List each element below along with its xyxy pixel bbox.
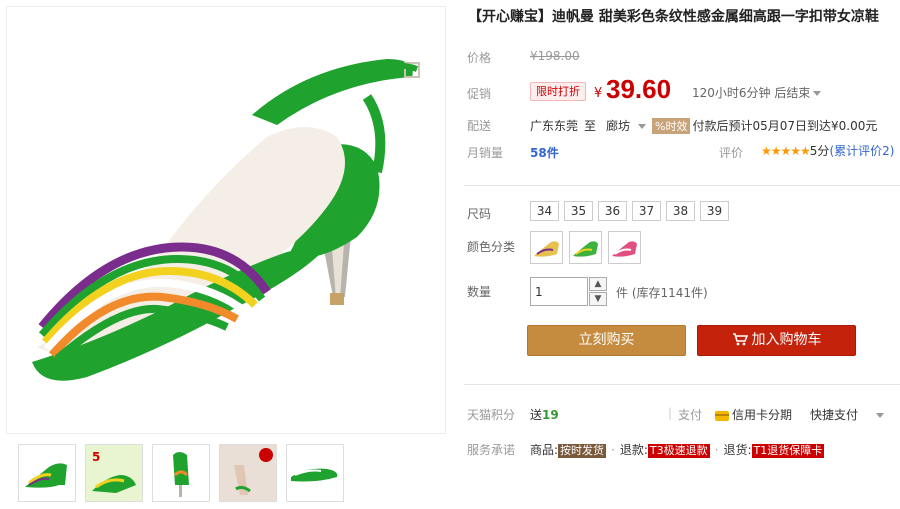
sales-value: 58件 [530, 146, 559, 160]
timely-badge-label: 时效 [665, 120, 688, 133]
original-price: ¥198.00 [530, 49, 580, 63]
service-commitments: 商品: 按时发货 · 退款: T3极速退款 · 退货: T1退货保障卡 [530, 441, 825, 458]
promo-price: 39.60 [606, 74, 672, 104]
quantity-label: 数量 [467, 285, 492, 299]
size-option-38[interactable]: 38 [666, 201, 695, 221]
color-option-green[interactable] [569, 231, 602, 264]
sandal-image [32, 59, 420, 381]
chevron-down-icon [638, 124, 647, 129]
credit-installment-label: 信用卡分期 [732, 408, 793, 422]
price-label: 价格 [467, 51, 492, 65]
rating-label: 评价 [719, 146, 744, 160]
fast-refund-badge[interactable]: T3极速退款 [647, 444, 710, 458]
points-info: 送19 [530, 406, 559, 423]
chevron-down-icon: ▼ [594, 294, 602, 304]
separator-dot: · [611, 443, 615, 457]
divider [464, 384, 900, 385]
quick-pay-option[interactable]: 快捷支付 [810, 406, 885, 423]
quantity-input[interactable] [530, 277, 588, 306]
promo-countdown[interactable]: 120小时6分钟 后结束 [692, 84, 822, 101]
product-title: 【开心赚宝】迪帆曼 甜美彩色条纹性感金属细高跟一字扣带女凉鞋 [468, 9, 879, 25]
stock-info: 件 (库存1141件) [616, 286, 708, 300]
thumbnail-2[interactable]: 5 [85, 444, 143, 502]
on-time-shipping-badge[interactable]: 按时发货 [558, 444, 607, 458]
goods-label: 商品: [530, 443, 559, 457]
return-label: 退货: [723, 443, 752, 457]
size-option-37[interactable]: 37 [632, 201, 661, 221]
add-to-cart-button[interactable]: 加入购物车 [697, 325, 856, 356]
return-guarantee-badge[interactable]: T1退货保障卡 [751, 444, 825, 458]
percent-icon: % [655, 120, 666, 133]
credit-installment-option[interactable]: 信用卡分期 [715, 406, 792, 423]
promo-label: 促销 [467, 87, 492, 101]
delivery-destination: 廊坊 [606, 119, 631, 133]
buy-now-button[interactable]: 立刻购买 [527, 325, 686, 356]
delivery-destination-select[interactable]: 廊坊 [606, 117, 647, 134]
delivery-to-word: 至 [584, 119, 597, 133]
color-option-yellow[interactable] [530, 231, 563, 264]
countdown-text: 120小时6分钟 后结束 [692, 86, 811, 100]
points-prefix: 送 [530, 408, 543, 422]
quantity-decrease-button[interactable]: ▼ [589, 292, 607, 306]
review-count-link[interactable]: (累计评价2) [829, 144, 894, 158]
chevron-down-icon [876, 413, 885, 418]
cart-icon [732, 333, 748, 346]
service-label: 服务承诺 [467, 443, 516, 457]
thumbnail-strip: 5 [6, 440, 446, 506]
add-to-cart-label: 加入购物车 [751, 332, 822, 348]
separator-dot: · [714, 443, 719, 457]
size-label: 尺码 [467, 207, 492, 221]
size-option-34[interactable]: 34 [530, 201, 559, 221]
color-label: 颜色分类 [467, 240, 516, 254]
divider [464, 185, 900, 186]
points-value: 19 [542, 408, 559, 422]
currency-symbol: ¥ [594, 86, 603, 101]
main-product-image[interactable] [6, 6, 446, 434]
chevron-down-icon [813, 91, 822, 96]
sales-label: 月销量 [467, 146, 504, 160]
quantity-increase-button[interactable]: ▲ [589, 277, 607, 291]
svg-text:5: 5 [92, 450, 100, 464]
promo-badge: 限时打折 [530, 82, 586, 101]
pay-separator: | [668, 406, 673, 420]
color-option-pink[interactable] [608, 231, 641, 264]
thumbnail-5[interactable] [286, 444, 344, 502]
size-option-39[interactable]: 39 [700, 201, 729, 221]
delivery-eta: 付款后预计05月07日到达¥0.00元 [692, 119, 878, 133]
thumbnail-3[interactable] [152, 444, 210, 502]
delivery-label: 配送 [467, 119, 492, 133]
size-option-36[interactable]: 36 [598, 201, 627, 221]
timely-badge: %时效 [652, 118, 691, 134]
thumbnail-1[interactable] [18, 444, 76, 502]
star-rating-icon: ★★★★★ [761, 144, 811, 158]
credit-card-icon [715, 410, 729, 421]
thumbnail-4[interactable] [219, 444, 277, 502]
quick-pay-label: 快捷支付 [810, 408, 859, 422]
rating-score: 5分 [809, 144, 830, 158]
pay-label: 支付 [678, 408, 703, 422]
rating-summary[interactable]: ★★★★★5分(累计评价2) [761, 142, 894, 159]
size-option-35[interactable]: 35 [564, 201, 593, 221]
delivery-from: 广东东莞 [530, 119, 579, 133]
delivery-info: %时效 付款后预计05月07日到达¥0.00元 [652, 117, 877, 134]
refund-label: 退款: [619, 443, 648, 457]
chevron-up-icon: ▲ [594, 279, 602, 289]
points-label: 天猫积分 [467, 408, 516, 422]
